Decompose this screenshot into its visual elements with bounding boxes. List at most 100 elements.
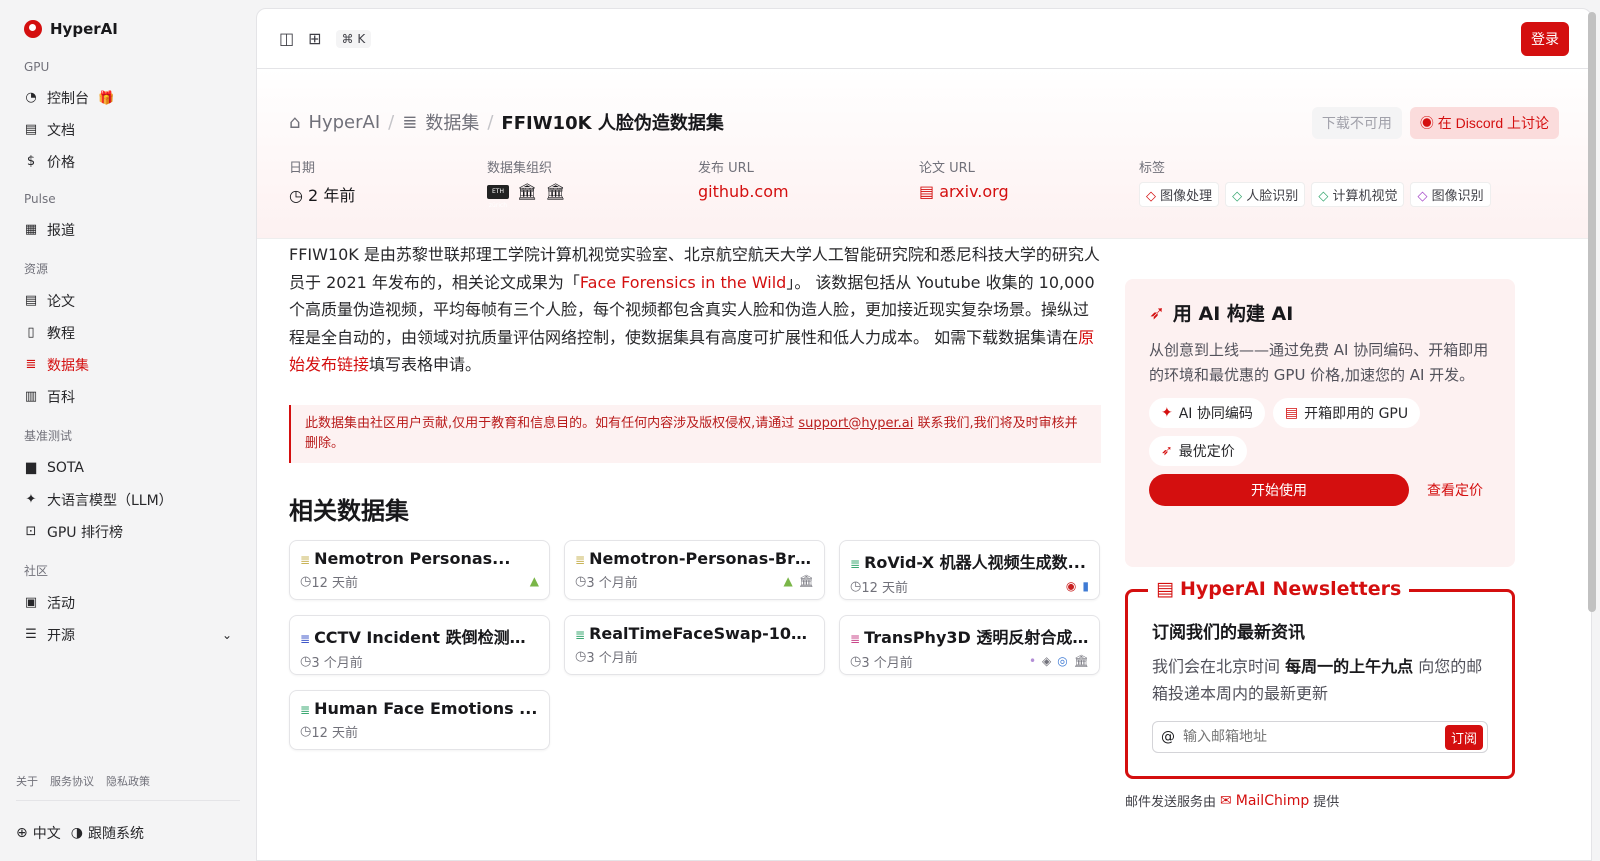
institution-icon: 🏛 [798, 574, 814, 588]
tag-label: 图像处理 [1160, 189, 1213, 204]
terms-link[interactable]: 服务协议 [50, 773, 94, 789]
hero-actions: 下载不可用 ◉ 在 Discord 上讨论 [1311, 107, 1559, 139]
eth-logo[interactable]: ETH zürich [487, 184, 509, 209]
brand[interactable]: HyperAI [24, 20, 240, 38]
newsletter-schedule: 每周一的上午九点 [1285, 657, 1414, 676]
related-dataset-card[interactable]: ≣ Human Face Emotions ... ◷ 12 天前 [289, 689, 550, 750]
apps-icon[interactable]: ⊞ [308, 29, 321, 48]
breadcrumb-separator: / [388, 111, 395, 133]
sidebar-item-sota[interactable]: ▆ SOTA [16, 452, 240, 484]
related-datasets-title: 相关数据集 [289, 496, 409, 525]
related-dataset-card[interactable]: ≣ TransPhy3D 透明反射合成... ◷ 3 个月前 • ◈ ◎ 🏛 [839, 614, 1100, 675]
theme-icon: ◑ [70, 825, 83, 841]
nav-group-pulse: Pulse ▦ 报道 [16, 192, 240, 246]
sidebar-item-llm[interactable]: ✦ 大语言模型（LLM） [16, 484, 240, 516]
subscribe-button[interactable]: 订阅 [1444, 724, 1483, 750]
meta-url-label: 发布 URL [698, 161, 754, 176]
paper-url-link[interactable]: ▤ arxiv.org [919, 182, 1139, 201]
page-title: FFIW10K 人脸伪造数据集 [501, 113, 724, 134]
promo-actions: 开始使用 查看定价 [1149, 474, 1491, 506]
view-pricing-link[interactable]: 查看定价 [1427, 480, 1483, 500]
chevron-down-icon: ⌄ [221, 628, 232, 642]
feature-chip: ✦ AI 协同编码 [1149, 398, 1265, 428]
org-icon: ▲ [783, 574, 793, 588]
search-shortcut[interactable]: ⌘ K [335, 29, 372, 48]
sidebar-item-news[interactable]: ▦ 报道 [16, 214, 240, 246]
related-dataset-card[interactable]: ≣ CCTV Incident 跌倒检测数... ◷ 3 个月前 [289, 614, 550, 675]
sidebar-item-opensource[interactable]: ☰ 开源 ⌄ [16, 619, 240, 651]
list-icon: ☰ [25, 627, 37, 642]
sidebar-item-console[interactable]: ◔ 控制台 🎁 [16, 82, 240, 114]
tag[interactable]: ◇ 图像识别 [1410, 182, 1491, 207]
tag-icon: ◇ [1417, 189, 1432, 204]
main-panel: ◫ ⊞ ⌘ K 登录 ⌂ HyperAI / ≣ 数据集 / FFIW10K 人… [256, 8, 1592, 861]
nav-group-community: 社区 ▣ 活动 ☰ 开源 ⌄ [16, 562, 240, 651]
tag[interactable]: ◇ 人脸识别 [1225, 182, 1306, 207]
sparkle-icon: ✦ [1161, 405, 1173, 421]
sidebar-item-pricing[interactable]: $ 价格 [16, 146, 240, 178]
paper-link[interactable]: Face Forensics in the Wild [580, 273, 786, 292]
sidebar-item-tutorials[interactable]: ▯ 教程 [16, 317, 240, 349]
hyperai-logo-icon [24, 20, 42, 38]
start-button[interactable]: 开始使用 [1149, 474, 1409, 506]
clock-icon: ◷ [850, 578, 862, 594]
institution-icon[interactable]: 🏛 [517, 182, 537, 201]
newsletter-text-part: 我们会在北京时间 [1152, 657, 1286, 676]
meta-url: 发布 URL github.com [698, 157, 919, 207]
database-icon: ≣ [850, 631, 861, 646]
breadcrumb-home[interactable]: HyperAI [308, 112, 380, 133]
mailchimp-link[interactable]: MailChimp [1236, 793, 1310, 809]
newsletter-title-text: HyperAI Newsletters [1179, 578, 1402, 600]
related-dataset-card[interactable]: ≣ Nemotron-Personas-Bra... ◷ 3 个月前 ▲ 🏛 [564, 539, 825, 600]
clock-icon: ◷ [575, 648, 587, 664]
card-time: 12 天前 [311, 575, 359, 591]
sidebar-item-wiki[interactable]: ▥ 百科 [16, 381, 240, 413]
clock-icon: ◷ [300, 653, 312, 669]
newsletter-heading: 订阅我们的最新资讯 [1152, 623, 1305, 643]
language-switch[interactable]: ⊕ 中文 [16, 823, 61, 843]
card-title: RoVid-X 机器人视频生成数... [864, 552, 1086, 572]
sidebar-item-docs[interactable]: ▤ 文档 [16, 114, 240, 146]
feature-chip: ▤ 开箱即用的 GPU [1272, 398, 1421, 428]
card-time: 3 个月前 [586, 575, 638, 591]
email-input[interactable] [1183, 729, 1445, 745]
org-icon: ▲ [529, 574, 539, 588]
promo-title: ➶ 用 AI 构建 AI [1149, 299, 1491, 326]
nav-section-label: GPU [24, 60, 50, 74]
newsletter-box: ▤ HyperAI Newsletters 订阅我们的最新资讯 我们会在北京时间 … [1125, 578, 1515, 779]
privacy-link[interactable]: 隐私政策 [106, 773, 150, 789]
right-column: ➶ 用 AI 构建 AI 从创意到上线——通过免费 AI 协同编码、开箱即用的环境… [1125, 279, 1515, 810]
card-title: CCTV Incident 跌倒检测数... [314, 627, 539, 647]
nav-group-benchmarks: 基准测试 ▆ SOTA ✦ 大语言模型（LLM） ⊡ GPU 排行榜 [16, 427, 240, 548]
discord-button[interactable]: ◉ 在 Discord 上讨论 [1409, 107, 1559, 139]
page-scrollbar[interactable] [1588, 12, 1596, 612]
breadcrumb-section[interactable]: 数据集 [425, 109, 479, 135]
download-button[interactable]: 下载不可用 [1311, 107, 1402, 139]
related-dataset-card[interactable]: ≣ RoVid-X 机器人视频生成数... ◷ 12 天前 ◉ ▮ [839, 539, 1100, 600]
institution-icon[interactable]: 🏛 [545, 182, 565, 201]
theme-switch[interactable]: ◑ 跟随系统 [71, 823, 144, 843]
sidebar-footer-links: 关于 服务协议 隐私政策 [16, 773, 150, 789]
release-url-link[interactable]: github.com [698, 182, 919, 201]
clock-icon: ◷ [289, 186, 309, 205]
sidebar-item-events[interactable]: ▣ 活动 [16, 587, 240, 619]
chart-icon: ▮ [1082, 579, 1089, 593]
sidebar-item-label: 控制台 [47, 91, 89, 107]
related-dataset-card[interactable]: ≣ RealTimeFaceSwap-10k ... ◷ 3 个月前 [564, 614, 825, 675]
related-dataset-card[interactable]: ≣ Nemotron Personas... ◷ 12 天前 ▲ [289, 539, 550, 600]
about-link[interactable]: 关于 [16, 773, 38, 789]
tag-label: 图像识别 [1431, 189, 1484, 204]
chip-icon: ⊡ [25, 524, 37, 539]
org-icon: ◉ [1065, 579, 1077, 593]
chart-icon: ▆ [26, 460, 36, 475]
sidebar-item-papers[interactable]: ▤ 论文 [16, 285, 240, 317]
sidebar-toggle-icon[interactable]: ◫ [279, 29, 294, 48]
login-button[interactable]: 登录 [1521, 21, 1569, 56]
tag[interactable]: ◇ 图像处理 [1139, 182, 1220, 207]
meta-org-label: 数据集组织 [487, 161, 553, 176]
tag[interactable]: ◇ 计算机视觉 [1311, 182, 1405, 207]
dollar-icon: $ [26, 154, 36, 169]
support-email-link[interactable]: support@hyper.ai [798, 416, 913, 431]
sidebar-item-gpu-leaderboard[interactable]: ⊡ GPU 排行榜 [16, 516, 240, 548]
sidebar-item-datasets[interactable]: ≣ 数据集 [16, 349, 240, 381]
